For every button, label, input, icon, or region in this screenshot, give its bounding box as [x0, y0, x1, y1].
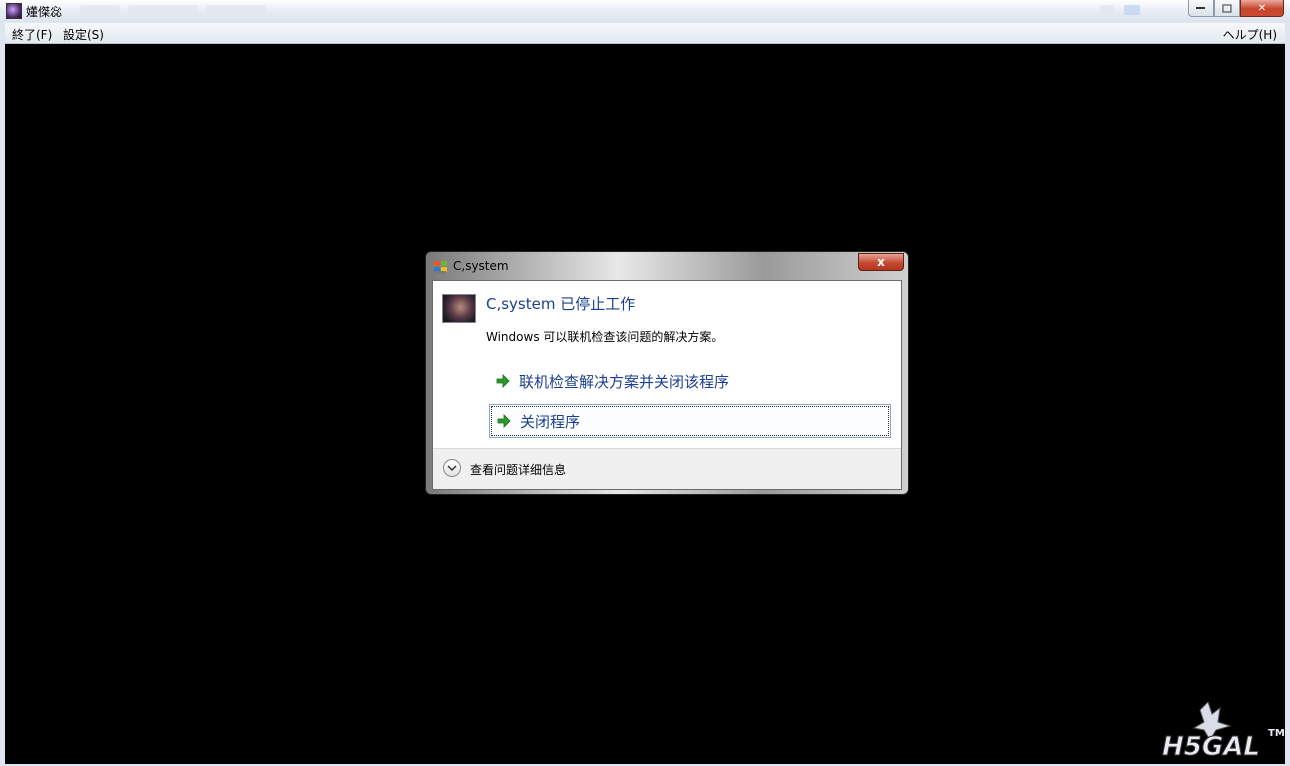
check-online-option[interactable]: 联机检查解决方案并关闭该程序 [489, 364, 891, 398]
details-toggle-button[interactable] [443, 459, 461, 477]
dialog-content: C,system 已停止工作 Windows 可以联机检查该问题的解决方案。 联… [432, 280, 902, 490]
blurred-title-fragment [128, 5, 198, 15]
chevron-down-icon [447, 465, 457, 472]
close-button[interactable]: ✕ [1240, 0, 1284, 17]
watermark-text: H5GAL [1162, 732, 1260, 760]
main-message: C,system 已停止工作 [486, 295, 636, 313]
close-program-option[interactable]: 关闭程序 [489, 404, 891, 438]
sub-message: Windows 可以联机检查该问题的解决方案。 [486, 330, 724, 344]
maximize-button[interactable] [1214, 0, 1240, 17]
blurred-title-fragment [1100, 5, 1114, 15]
menu-help[interactable]: ヘルプ(H) [1223, 26, 1277, 43]
window-title: 嬞傑惢 [26, 5, 63, 19]
blurred-title-fragment [1124, 5, 1140, 15]
dialog-title: C,system [453, 259, 509, 273]
h5gal-watermark-logo: H5GAL TM [1162, 701, 1285, 760]
menubar: 終了(F) 設定(S) ヘルプ(H) [5, 23, 1285, 44]
menu-exit[interactable]: 終了(F) [12, 26, 52, 43]
windows-shield-icon [434, 261, 447, 274]
minimize-icon [1196, 7, 1205, 9]
blurred-title-fragment [206, 5, 266, 15]
caption-buttons: ✕ [1188, 0, 1284, 17]
menu-settings[interactable]: 設定(S) [63, 26, 104, 43]
app-icon[interactable] [6, 3, 22, 19]
program-icon [442, 294, 476, 323]
blurred-title-fragment [80, 5, 120, 15]
error-dialog: C,system x C,system 已停止工作 Windows 可以联机检查… [425, 251, 909, 495]
details-label[interactable]: 查看问题详细信息 [470, 461, 566, 478]
green-arrow-icon [496, 374, 510, 388]
watermark-tm: TM [1268, 728, 1285, 739]
dialog-close-button[interactable]: x [858, 253, 904, 271]
window-titlebar[interactable]: 嬞傑惢 ✕ [0, 0, 1290, 22]
option-label: 关闭程序 [520, 412, 581, 431]
minimize-button[interactable] [1188, 0, 1214, 17]
maximize-icon [1222, 3, 1232, 13]
option-label: 联机检查解决方案并关闭该程序 [519, 372, 730, 391]
dialog-footer: 查看问题详细信息 [433, 448, 901, 489]
green-arrow-icon [497, 414, 511, 428]
